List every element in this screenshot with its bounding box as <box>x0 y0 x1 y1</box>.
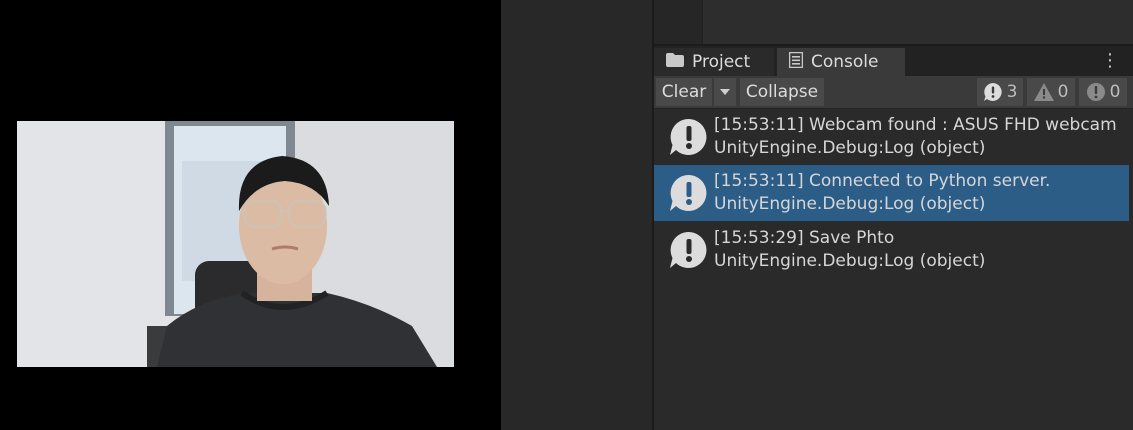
error-count: 0 <box>1109 82 1121 102</box>
info-bubble-icon <box>670 231 707 268</box>
error-icon <box>1086 83 1105 101</box>
warning-icon <box>1033 83 1054 101</box>
log-message: [15:53:29] Save Phto <box>714 228 895 248</box>
console-log-list: [15:53:11] Webcam found : ASUS FHD webca… <box>654 109 1133 430</box>
scene-panel <box>501 0 652 430</box>
webcam-image <box>17 121 454 367</box>
error-count-toggle[interactable]: 0 <box>1079 78 1127 106</box>
log-stacktrace: UnityEngine.Debug:Log (object) <box>714 251 986 271</box>
log-count-toggle[interactable]: 3 <box>977 78 1023 106</box>
console-icon <box>788 51 804 73</box>
folder-icon <box>666 52 684 72</box>
log-stacktrace: UnityEngine.Debug:Log (object) <box>714 194 986 214</box>
info-bubble-icon <box>670 118 707 155</box>
tab-console-label: Console <box>811 52 879 72</box>
tab-console[interactable]: Console <box>777 48 905 76</box>
upper-panel-left <box>654 0 703 44</box>
kebab-menu-icon[interactable]: ⋮ <box>1101 51 1119 71</box>
game-view <box>0 0 501 430</box>
log-count: 3 <box>1006 82 1018 102</box>
console-toolbar: Clear Collapse 3 0 0 <box>654 76 1133 109</box>
webcam-feed <box>17 121 454 367</box>
log-message: [15:53:11] Webcam found : ASUS FHD webca… <box>714 115 1117 135</box>
warning-count: 0 <box>1057 82 1069 102</box>
clear-button[interactable]: Clear <box>656 78 712 106</box>
collapse-button[interactable]: Collapse <box>740 78 824 106</box>
log-entry[interactable]: [15:53:29] Save Phto UnityEngine.Debug:L… <box>654 222 1129 278</box>
log-message: [15:53:11] Connected to Python server. <box>714 171 1051 191</box>
upper-panel-right <box>703 0 1133 44</box>
warning-count-toggle[interactable]: 0 <box>1027 78 1075 106</box>
info-bubble-icon <box>670 174 707 211</box>
info-bubble-icon <box>983 83 1002 101</box>
clear-options-dropdown[interactable] <box>714 78 736 106</box>
log-stacktrace: UnityEngine.Debug:Log (object) <box>714 138 986 158</box>
log-entry[interactable]: [15:53:11] Webcam found : ASUS FHD webca… <box>654 109 1129 165</box>
tab-bar: Project Console ⋮ <box>654 46 1133 76</box>
tab-project[interactable]: Project <box>654 48 774 76</box>
log-entry-selected[interactable]: [15:53:11] Connected to Python server. U… <box>654 165 1129 221</box>
dropdown-arrow-icon <box>720 89 730 95</box>
upper-panel <box>654 0 1133 46</box>
tab-project-label: Project <box>692 52 751 72</box>
